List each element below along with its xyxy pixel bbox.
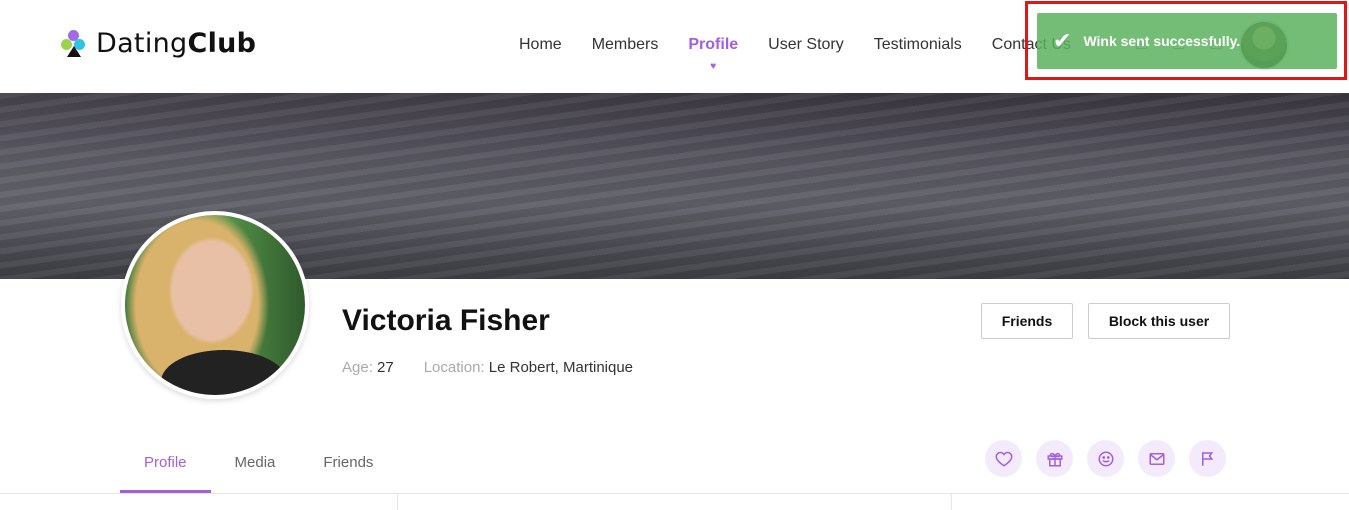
logo[interactable]: DatingClub xyxy=(60,28,256,59)
age-label: Age: xyxy=(342,359,373,376)
tab-media[interactable]: Media xyxy=(211,430,300,493)
logo-icon xyxy=(60,29,88,59)
nav-testimonials[interactable]: Testimonials xyxy=(874,36,962,54)
check-icon: ✔ xyxy=(1053,28,1072,54)
tabs-divider xyxy=(0,493,1349,494)
smile-icon xyxy=(1098,451,1113,466)
toast-message: Wink sent successfully. xyxy=(1083,33,1241,49)
smile-button[interactable] xyxy=(1087,440,1124,477)
profile-avatar[interactable] xyxy=(121,211,309,399)
flag-icon xyxy=(1201,451,1213,466)
nav-profile[interactable]: Profile ♥ xyxy=(688,36,739,72)
nav-user-story[interactable]: User Story xyxy=(768,36,844,54)
message-button[interactable] xyxy=(1138,440,1175,477)
tab-friends[interactable]: Friends xyxy=(299,430,397,493)
friends-button[interactable]: Friends xyxy=(981,303,1073,339)
block-user-button[interactable]: Block this user xyxy=(1088,303,1230,339)
location-label: Location: xyxy=(423,359,485,376)
profile-age: Age: 27 xyxy=(342,359,394,376)
mail-icon xyxy=(1149,452,1164,465)
report-button[interactable] xyxy=(1189,440,1226,477)
nav-home[interactable]: Home xyxy=(519,36,562,54)
nav-members[interactable]: Members xyxy=(592,36,659,54)
wink-button[interactable] xyxy=(985,440,1022,477)
logo-text: DatingClub xyxy=(96,28,256,59)
gift-icon xyxy=(1047,452,1062,466)
heart-icon: ♥ xyxy=(710,61,717,72)
profile-location: Location: Le Robert, Martinique xyxy=(424,359,633,376)
tab-profile[interactable]: Profile xyxy=(120,430,211,493)
main-nav: Home Members Profile ♥ User Story Testimo… xyxy=(519,36,1101,72)
heart-icon xyxy=(995,451,1012,467)
age-value: 27 xyxy=(377,359,394,376)
nav-profile-label: Profile xyxy=(688,36,739,53)
logo-text-light: Dating xyxy=(96,28,188,59)
toast-notification[interactable]: ✔ Wink sent successfully. xyxy=(1037,13,1337,69)
profile-meta: Age: 27 Location: Le Robert, Martinique xyxy=(342,359,633,376)
profile-tabs: Profile Media Friends xyxy=(120,430,397,493)
gift-button[interactable] xyxy=(1036,440,1073,477)
column-divider xyxy=(397,494,398,510)
profile-actions xyxy=(985,440,1226,477)
column-divider xyxy=(951,494,952,510)
profile-name: Victoria Fisher xyxy=(342,304,550,337)
logo-text-bold: Club xyxy=(187,28,257,59)
location-value: Le Robert, Martinique xyxy=(488,359,634,376)
